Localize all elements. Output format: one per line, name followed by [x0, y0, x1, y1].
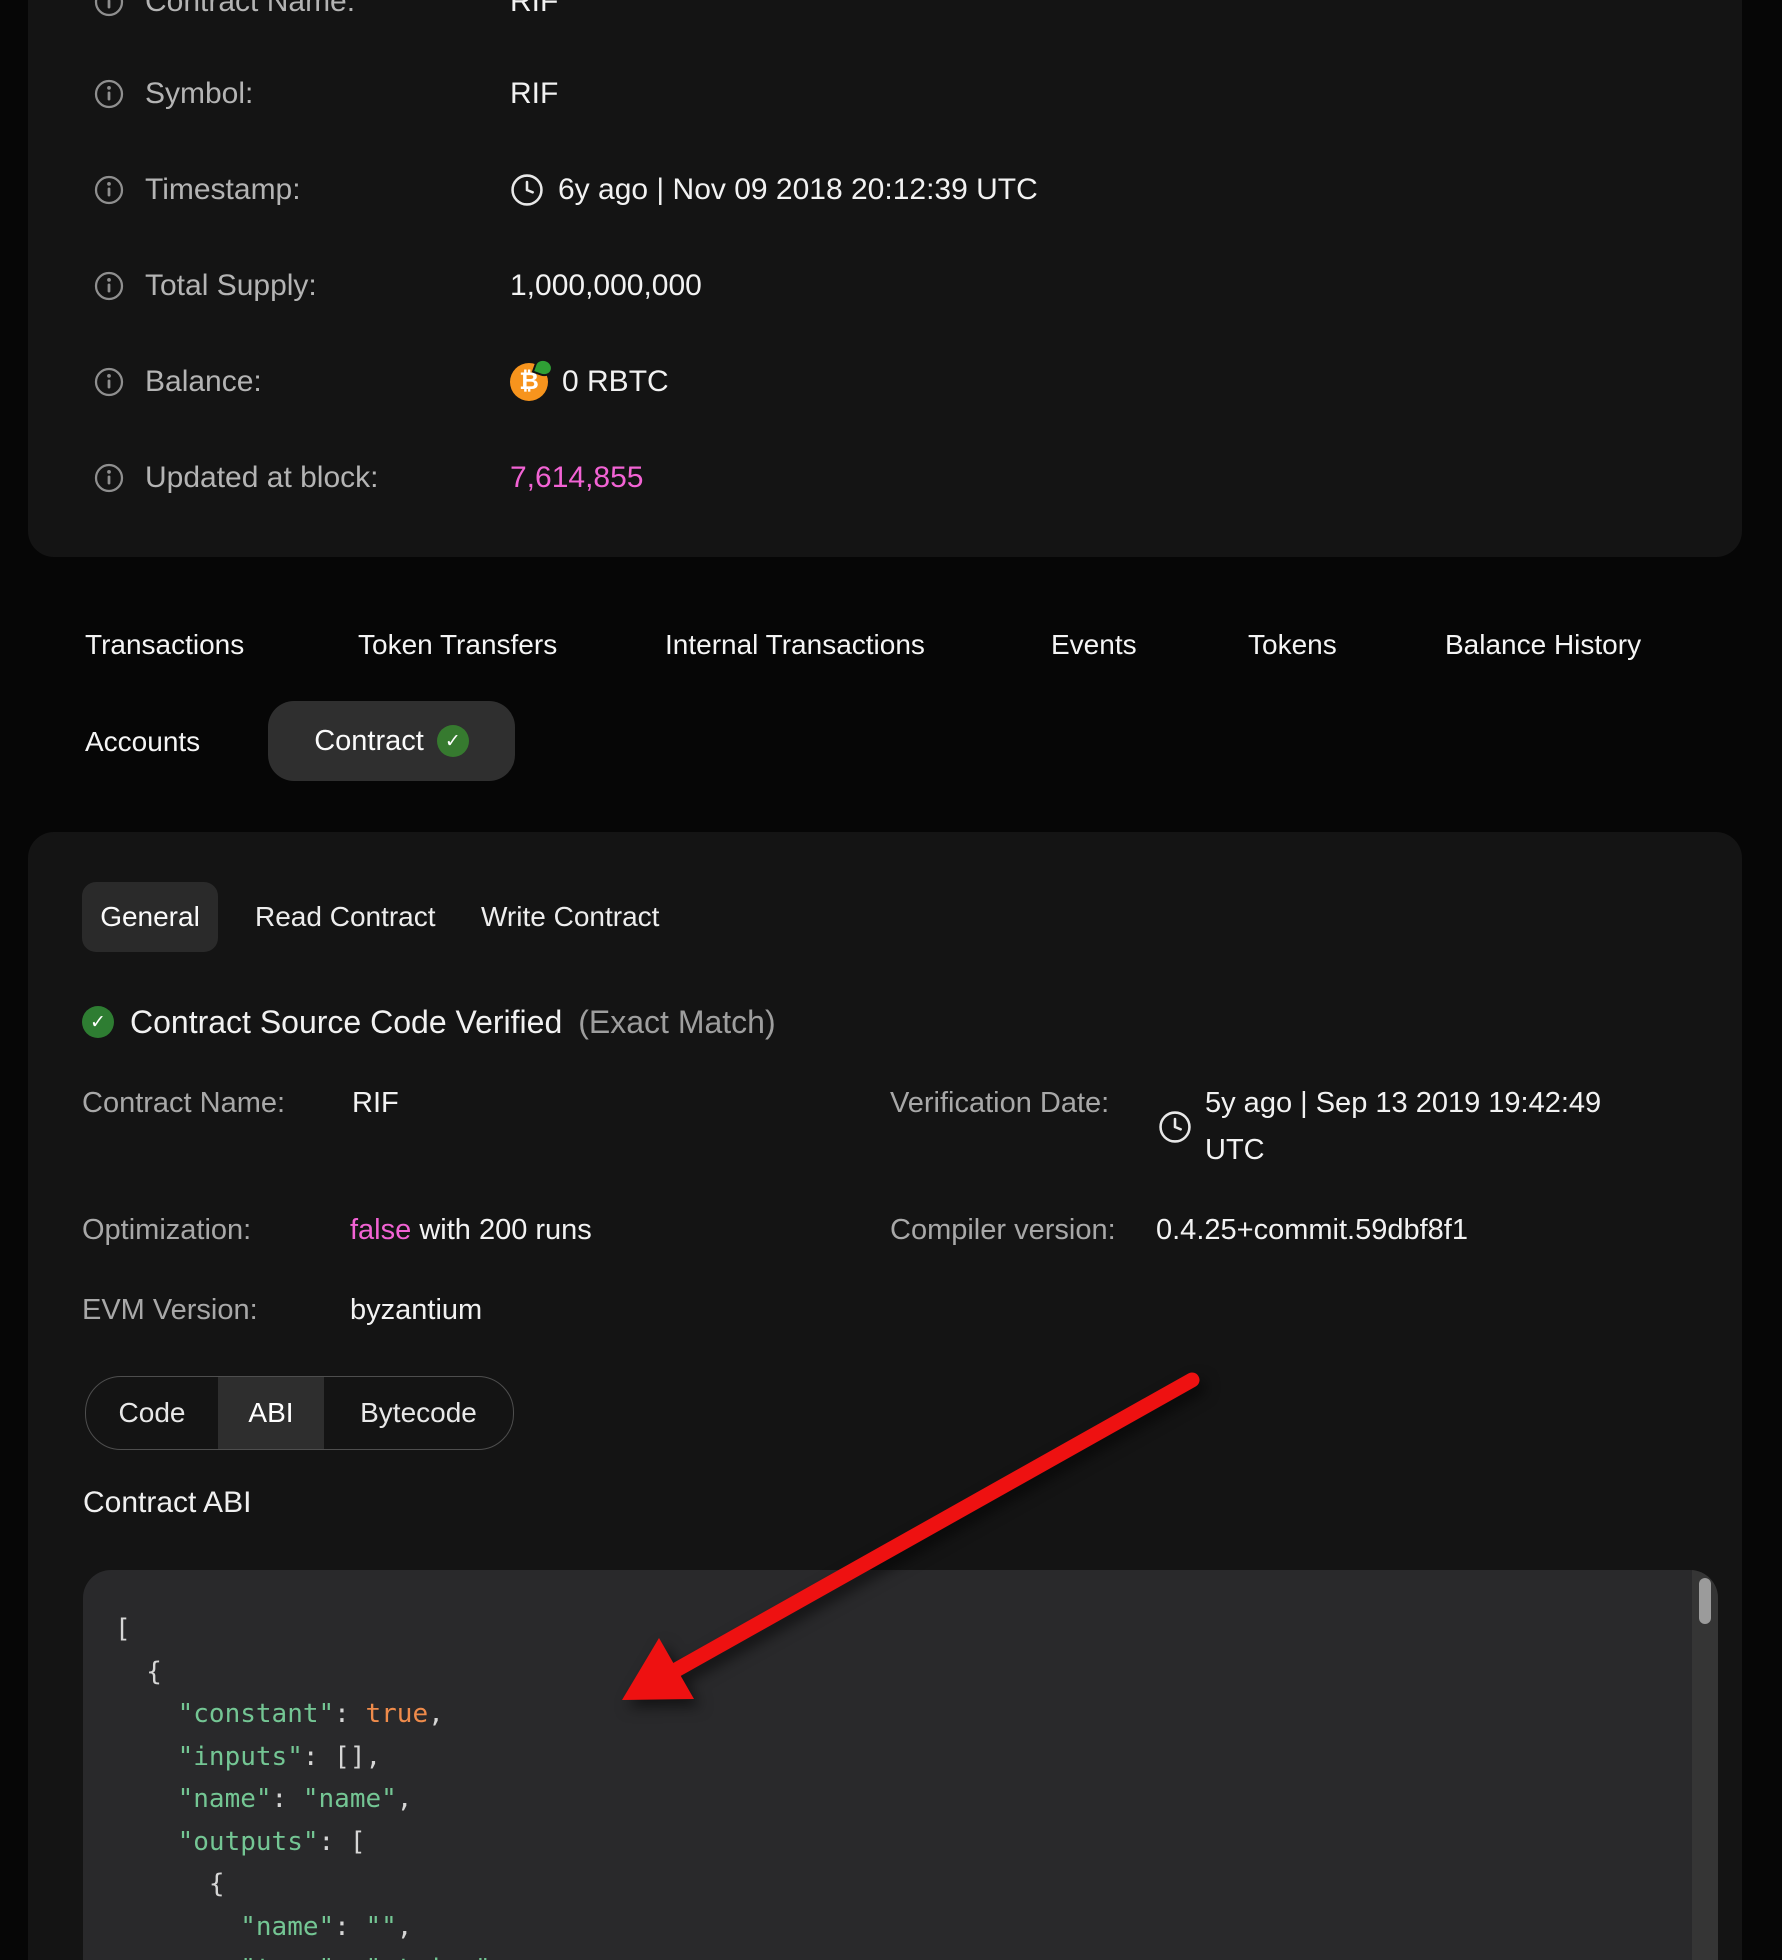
tab-write-contract[interactable]: Write Contract [481, 882, 659, 952]
row-contract-name: Contract Name: RIF [28, 0, 1742, 20]
contract-panel-card: General Read Contract Write Contract ✓ C… [28, 832, 1742, 1960]
token-info-card: Contract Name: RIF Symbol: RIF Timestamp… [28, 0, 1742, 557]
rbtc-coin-icon: ₿ [510, 363, 548, 401]
row-symbol: Symbol: RIF [28, 76, 1742, 112]
code-scrollbar-track[interactable] [1692, 1570, 1718, 1960]
timestamp-value: 6y ago | Nov 09 2018 20:12:39 UTC [510, 172, 1038, 208]
code-view-segmented-control: Code ABI Bytecode [85, 1376, 514, 1450]
verification-date-label: Verification Date: [890, 1085, 1109, 1121]
abi-code-block: [ { "constant": true, "inputs": [], "nam… [83, 1570, 1718, 1960]
verified-match: (Exact Match) [578, 1004, 775, 1041]
tab-balance-history[interactable]: Balance History [1445, 627, 1641, 663]
info-icon [94, 79, 124, 109]
row-balance: Balance: ₿ 0 RBTC [28, 364, 1742, 400]
symbol-label: Symbol: [145, 76, 253, 112]
info-icon [94, 175, 124, 205]
clock-icon [510, 173, 544, 207]
verification-date-value-line2: UTC [1205, 1132, 1265, 1168]
code-scrollbar-thumb[interactable] [1699, 1578, 1711, 1624]
block-number-link[interactable]: 7,614,855 [510, 461, 643, 495]
tab-contract-selected[interactable]: Contract ✓ [268, 701, 515, 781]
row-updated-at-block: Updated at block: 7,614,855 [28, 460, 1742, 496]
evm-version-label: EVM Version: [82, 1292, 258, 1328]
segment-code[interactable]: Code [86, 1377, 218, 1449]
info-icon [94, 463, 124, 493]
optimization-value: false with 200 runs [350, 1212, 592, 1248]
contract-abi-heading: Contract ABI [83, 1486, 251, 1520]
optimization-flag: false [350, 1214, 411, 1246]
tab-general-selected[interactable]: General [82, 882, 218, 952]
tab-internal-transactions[interactable]: Internal Transactions [665, 627, 925, 663]
timestamp-label: Timestamp: [145, 172, 301, 208]
token-contract-page: Contract Name: RIF Symbol: RIF Timestamp… [0, 0, 1782, 1960]
check-icon: ✓ [82, 1006, 114, 1038]
contract-name-value: RIF [352, 1085, 399, 1121]
row-timestamp: Timestamp: 6y ago | Nov 09 2018 20:12:39… [28, 172, 1742, 208]
contract-name-value: RIF [510, 0, 558, 20]
info-icon [94, 367, 124, 397]
segment-abi[interactable]: ABI [218, 1377, 324, 1449]
tab-events[interactable]: Events [1051, 627, 1137, 663]
tab-accounts[interactable]: Accounts [85, 724, 200, 760]
total-supply-label: Total Supply: [145, 268, 317, 304]
compiler-version-label: Compiler version: [890, 1212, 1116, 1248]
clock-icon [1158, 1110, 1192, 1144]
contract-name-label: Contract Name: [82, 1085, 285, 1121]
info-icon [94, 0, 124, 17]
tab-transactions[interactable]: Transactions [85, 627, 244, 663]
balance-label: Balance: [145, 364, 262, 400]
symbol-value: RIF [510, 76, 558, 112]
total-supply-value: 1,000,000,000 [510, 268, 702, 304]
verification-date-value-line1: 5y ago | Sep 13 2019 19:42:49 [1205, 1085, 1601, 1121]
contract-tab-label: Contract [314, 725, 424, 758]
row-total-supply: Total Supply: 1,000,000,000 [28, 268, 1742, 304]
tab-tokens[interactable]: Tokens [1248, 627, 1337, 663]
segment-bytecode[interactable]: Bytecode [324, 1377, 513, 1449]
tab-token-transfers[interactable]: Token Transfers [358, 627, 557, 663]
compiler-version-value: 0.4.25+commit.59dbf8f1 [1156, 1212, 1468, 1248]
evm-version-value: byzantium [350, 1292, 482, 1328]
optimization-label: Optimization: [82, 1212, 251, 1248]
abi-code: [ { "constant": true, "inputs": [], "nam… [83, 1570, 1718, 1960]
updated-at-block-value: 7,614,855 [510, 460, 643, 496]
verified-banner: ✓ Contract Source Code Verified (Exact M… [82, 1003, 776, 1041]
verified-title: Contract Source Code Verified [130, 1004, 562, 1041]
contract-name-label: Contract Name: [145, 0, 355, 20]
check-icon: ✓ [437, 725, 469, 757]
general-tab-label: General [100, 901, 200, 933]
info-icon [94, 271, 124, 301]
tab-read-contract[interactable]: Read Contract [255, 882, 436, 952]
balance-value: ₿ 0 RBTC [510, 364, 669, 400]
updated-at-block-label: Updated at block: [145, 460, 378, 496]
